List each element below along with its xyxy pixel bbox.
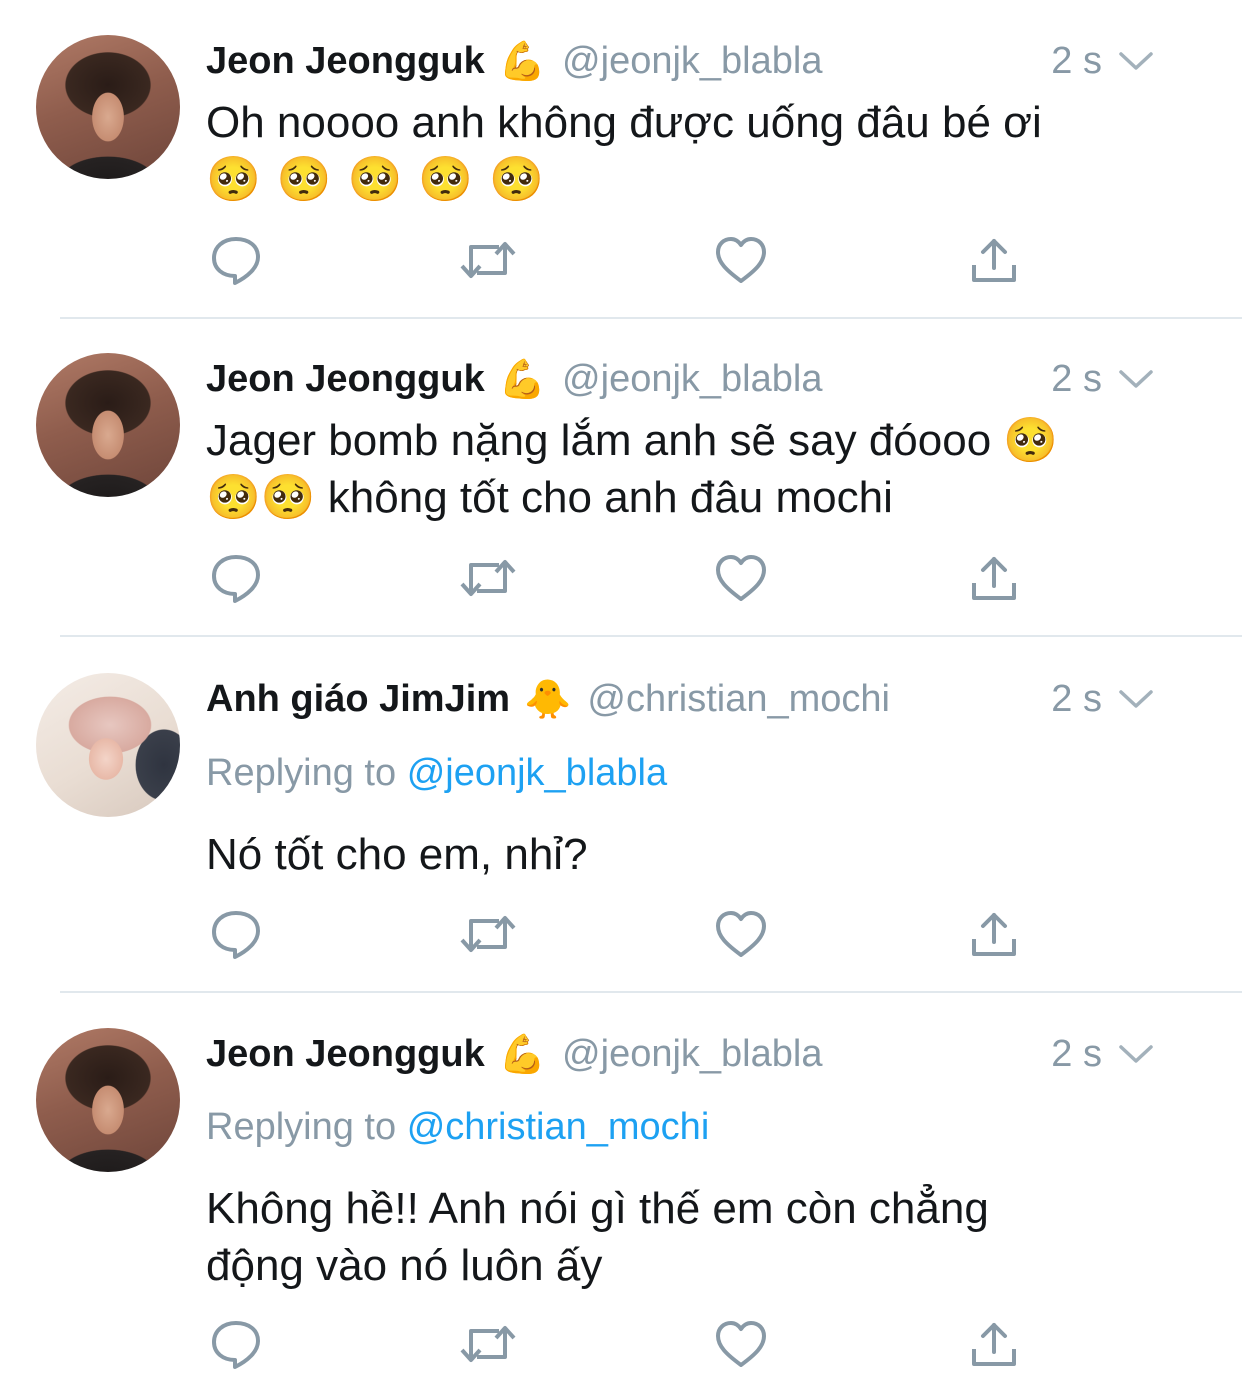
reply-button[interactable] <box>206 230 266 290</box>
share-icon <box>972 239 1016 282</box>
heart-icon <box>716 555 766 601</box>
tweet-text-line: Jager bomb nặng lắm anh sẽ say đóooo 🥺 <box>206 416 1059 465</box>
tweet-actions <box>0 904 1242 964</box>
tweet[interactable]: Jeon Jeongguk 💪 @jeonjk_blabla 2 s Jager… <box>0 318 1242 636</box>
replying-to: Replying to @christian_mochi <box>206 1106 709 1149</box>
display-name[interactable]: Jeon Jeongguk <box>206 358 485 401</box>
chevron-down-icon[interactable] <box>1118 1043 1154 1065</box>
chevron-down-icon[interactable] <box>1118 368 1154 390</box>
timestamp: 2 s <box>1051 677 1102 720</box>
tweet-header: Anh giáo JimJim 🐥 @christian_mochi 2 s <box>206 674 1202 724</box>
tweet-text-line: Không hề!! Anh nói gì thế em còn chẳng <box>206 1184 989 1233</box>
reply-icon <box>212 237 260 285</box>
retweet-icon <box>460 1326 516 1362</box>
share-button[interactable] <box>964 230 1024 290</box>
name-emoji: 💪 <box>498 1032 547 1076</box>
tweet-text-line: 🥺🥺 không tốt cho anh đâu mochi <box>206 473 893 522</box>
timestamp: 2 s <box>1051 1032 1102 1075</box>
display-name[interactable]: Jeon Jeongguk <box>206 1033 485 1076</box>
user-handle[interactable]: @jeonjk_blabla <box>562 1033 822 1076</box>
tweet-text: Jager bomb nặng lắm anh sẽ say đóooo 🥺 🥺… <box>206 412 1196 526</box>
timestamp: 2 s <box>1051 39 1102 82</box>
chevron-down-icon[interactable] <box>1118 688 1154 710</box>
retweet-button[interactable] <box>458 548 518 608</box>
share-button[interactable] <box>964 904 1024 964</box>
name-emoji: 💪 <box>498 357 547 401</box>
reply-button[interactable] <box>206 904 266 964</box>
mention-link[interactable]: @christian_mochi <box>407 1106 710 1148</box>
tweet-header: Jeon Jeongguk 💪 @jeonjk_blabla 2 s <box>206 1029 1202 1079</box>
replying-to-label: Replying to <box>206 1106 397 1148</box>
tweet[interactable]: Anh giáo JimJim 🐥 @christian_mochi 2 s R… <box>0 636 1242 992</box>
retweet-button[interactable] <box>458 1314 518 1374</box>
tweet-actions <box>0 230 1242 290</box>
retweet-icon <box>460 560 516 596</box>
avatar[interactable] <box>36 353 180 497</box>
like-button[interactable] <box>711 1314 771 1374</box>
tweet-actions <box>0 548 1242 608</box>
avatar[interactable] <box>36 35 180 179</box>
reply-icon <box>212 1321 260 1369</box>
share-button[interactable] <box>964 548 1024 608</box>
heart-icon <box>716 237 766 283</box>
name-emoji: 💪 <box>498 39 547 83</box>
timestamp: 2 s <box>1051 357 1102 400</box>
reply-button[interactable] <box>206 1314 266 1374</box>
share-icon <box>972 1323 1016 1366</box>
tweet-header: Jeon Jeongguk 💪 @jeonjk_blabla 2 s <box>206 354 1202 404</box>
user-handle[interactable]: @christian_mochi <box>587 678 890 721</box>
tweet-text: Oh noooo anh không được uống đâu bé ơi 🥺… <box>206 94 1196 208</box>
tweet-text: Nó tốt cho em, nhỉ? <box>206 826 1196 883</box>
tweet-text: Không hề!! Anh nói gì thế em còn chẳng đ… <box>206 1180 1196 1294</box>
reply-button[interactable] <box>206 548 266 608</box>
retweet-icon <box>460 242 516 278</box>
share-icon <box>972 557 1016 600</box>
like-button[interactable] <box>711 230 771 290</box>
chevron-down-icon[interactable] <box>1118 50 1154 72</box>
tweet-actions <box>0 1314 1242 1374</box>
user-handle[interactable]: @jeonjk_blabla <box>562 358 822 401</box>
retweet-icon <box>460 916 516 952</box>
tweet-text-line: 🥺🥺🥺🥺🥺 <box>206 154 560 205</box>
tweet-text-line: Oh noooo anh không được uống đâu bé ơi <box>206 98 1042 147</box>
retweet-button[interactable] <box>458 230 518 290</box>
display-name[interactable]: Jeon Jeongguk <box>206 40 485 83</box>
display-name[interactable]: Anh giáo JimJim <box>206 678 510 721</box>
user-handle[interactable]: @jeonjk_blabla <box>562 40 822 83</box>
tweet[interactable]: Jeon Jeongguk 💪 @jeonjk_blabla 2 s Reply… <box>0 992 1242 1393</box>
share-button[interactable] <box>964 1314 1024 1374</box>
like-button[interactable] <box>711 548 771 608</box>
retweet-button[interactable] <box>458 904 518 964</box>
replying-to-label: Replying to <box>206 752 397 794</box>
heart-icon <box>716 911 766 957</box>
mention-link[interactable]: @jeonjk_blabla <box>407 752 667 794</box>
reply-icon <box>212 911 260 959</box>
reply-icon <box>212 555 260 603</box>
tweet-text-line: động vào nó luôn ấy <box>206 1241 603 1290</box>
tweet[interactable]: Jeon Jeongguk 💪 @jeonjk_blabla 2 s Oh no… <box>0 0 1242 318</box>
like-button[interactable] <box>711 904 771 964</box>
name-emoji: 🐥 <box>524 677 572 721</box>
tweet-text-line: Nó tốt cho em, nhỉ? <box>206 830 588 879</box>
avatar[interactable] <box>36 1028 180 1172</box>
tweet-header: Jeon Jeongguk 💪 @jeonjk_blabla 2 s <box>206 36 1202 86</box>
share-icon <box>972 913 1016 956</box>
heart-icon <box>716 1321 766 1367</box>
replying-to: Replying to @jeonjk_blabla <box>206 752 667 795</box>
avatar[interactable] <box>36 673 180 817</box>
